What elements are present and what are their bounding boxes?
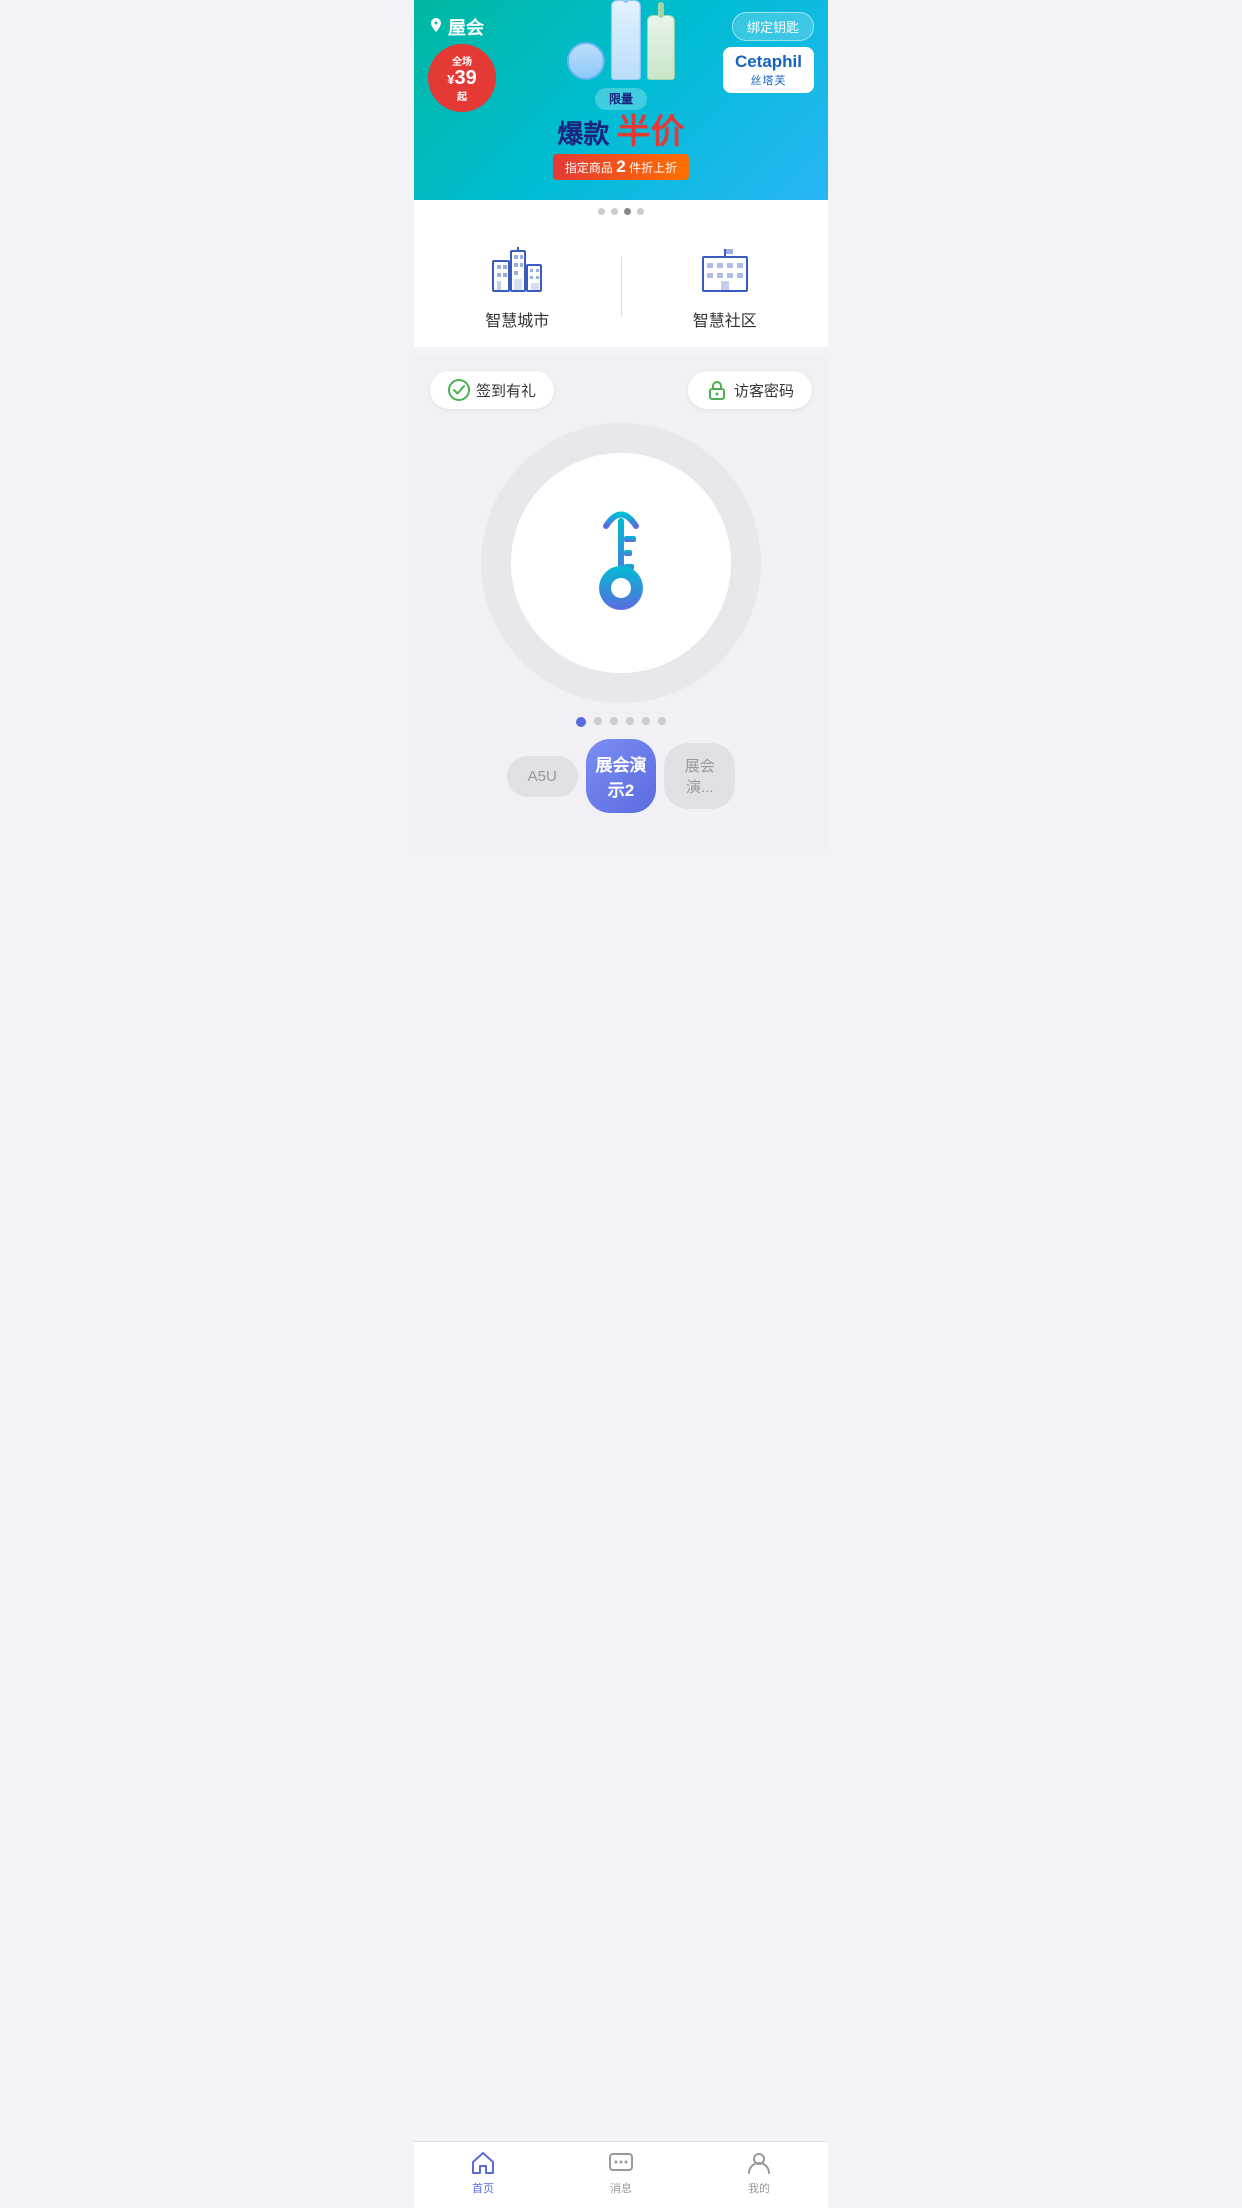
checkin-button[interactable]: 签到有礼 — [430, 371, 554, 409]
tab-a5u[interactable]: A5U — [507, 756, 578, 797]
headline: 爆款 半价 — [553, 114, 689, 151]
banner-dot-3 — [624, 208, 631, 215]
action-buttons-row: 签到有礼 访客密码 — [430, 371, 812, 409]
carousel-dot-2 — [594, 717, 602, 725]
key-inner-circle — [511, 453, 731, 673]
key-outer-circle[interactable] — [481, 423, 761, 703]
bottom-spacer — [414, 849, 828, 919]
bottom-navigation: 首页 消息 我的 — [414, 2141, 828, 2208]
bottle-pump — [611, 0, 641, 80]
bottle-pump-green — [647, 15, 675, 80]
banner-dot-1 — [598, 208, 605, 215]
carousel-dot-5 — [642, 717, 650, 725]
tab-selector: A5U 展会演示2 展会演... — [491, 739, 751, 833]
location-pin-icon — [428, 18, 444, 36]
lock-icon — [706, 379, 728, 401]
banner-section: 屋会 全场 ¥39 起 绑定钥匙 Cetaphil 丝塔芙 — [414, 0, 828, 200]
banner-pagination — [414, 200, 828, 223]
key-icon — [571, 498, 671, 628]
message-icon — [608, 2150, 634, 2176]
brand-logo: Cetaphil 丝塔芙 — [723, 47, 814, 93]
check-circle-icon — [448, 379, 470, 401]
carousel-dot-6 — [658, 717, 666, 725]
category-section: 智慧城市 智慧社区 — [414, 223, 828, 347]
banner-dot-4 — [637, 208, 644, 215]
key-carousel: A5U 展会演示2 展会演... — [430, 423, 812, 849]
nav-profile[interactable]: 我的 — [690, 2150, 828, 2196]
price-amount: ¥39 — [447, 68, 476, 88]
promo-text: 指定商品 2 件折上折 — [553, 154, 689, 180]
nav-home[interactable]: 首页 — [414, 2150, 552, 2196]
category-smart-community[interactable]: 智慧社区 — [622, 243, 829, 331]
tab-demo2[interactable]: 展会演示2 — [586, 739, 657, 813]
limit-badge: 限量 — [595, 88, 647, 110]
tab-demo3[interactable]: 展会演... — [664, 743, 735, 809]
person-icon — [746, 2150, 772, 2176]
carousel-dot-4 — [626, 717, 634, 725]
category-smart-city[interactable]: 智慧城市 — [414, 243, 621, 331]
carousel-dot-3 — [610, 717, 618, 725]
carousel-pagination — [576, 703, 666, 739]
bind-key-button[interactable]: 绑定钥匙 — [732, 12, 814, 41]
expo-label: 屋会 — [428, 14, 484, 40]
visitor-code-button[interactable]: 访客密码 — [688, 371, 812, 409]
smart-key-section: 签到有礼 访客密码 — [414, 355, 828, 849]
price-badge: 全场 ¥39 起 — [428, 44, 496, 112]
banner-main-content: 限量 爆款 半价 指定商品 2 件折上折 — [553, 0, 689, 180]
banner-dot-2 — [611, 208, 618, 215]
city-building-icon — [489, 243, 545, 299]
community-building-icon — [697, 243, 753, 299]
bottle-jar — [567, 42, 605, 80]
home-icon — [470, 2150, 496, 2176]
nav-messages[interactable]: 消息 — [552, 2150, 690, 2196]
carousel-dot-1 — [576, 717, 586, 727]
